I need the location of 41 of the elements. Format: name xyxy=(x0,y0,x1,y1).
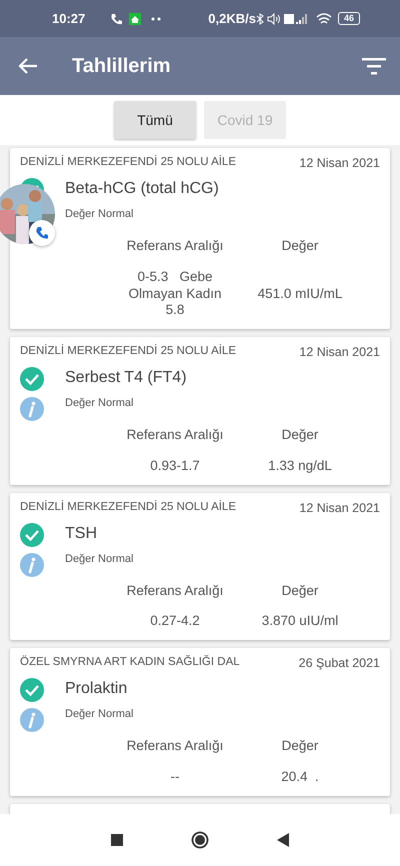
column-header: Değer xyxy=(280,238,320,255)
result-date: 26 Şubat 2021 xyxy=(298,655,380,672)
column-header: Değer xyxy=(280,738,320,755)
clock-time: 10:27 xyxy=(52,10,86,28)
result-status: Değer Normal xyxy=(65,396,134,411)
test-name: Prolaktin xyxy=(65,679,128,699)
result-value: 3.870 uIU/ml xyxy=(260,613,340,630)
result-status: Değer Normal xyxy=(65,206,134,222)
column-header: Değer xyxy=(280,427,320,444)
result-value: 1.33 ng/dL xyxy=(267,458,333,475)
lab-name: DENİZLİ MERKEZEFENDİ 25 NOLU AİLE xyxy=(20,499,236,515)
column-header: Değer xyxy=(280,582,320,600)
result-card[interactable]: DENİZLİ MERKEZEFENDİ 25 NOLU AİLE 12 Nisan 2021 Serbest T4 (FT4) Değer Normal Referans Aralığı Değer 0.93-1.7 1.33 ng/dL xyxy=(10,337,390,485)
column-header: Referans Aralığı xyxy=(126,238,224,255)
test-name: Serbest T4 (FT4) xyxy=(65,368,187,388)
result-status: Değer Normal xyxy=(65,707,134,722)
result-card[interactable]: DENİZLİ MERKEZEFENDİ 25 NOLU AİLE 12 Nisan 2021 Beta-hCG (total hCG) Değer Normal Referans Aralığı Değer 0-5.3 Gebe Olmayan Kadın 5.8 451.0 mIU/mL xyxy=(10,148,390,330)
result-date: 12 Nisan 2021 xyxy=(299,155,380,172)
lab-name: DENİZLİ MERKEZEFENDİ 25 NOLU AİLE xyxy=(20,154,236,170)
lab-name: DENİZLİ MERKEZEFENDİ 25 NOLU AİLE xyxy=(20,343,236,360)
column-header: Referans Aralığı xyxy=(126,427,224,444)
result-value: 451.0 mIU/mL xyxy=(256,286,344,302)
reference-range: 0.27-4.2 xyxy=(149,613,201,630)
reference-range: 0.93-1.7 xyxy=(149,458,201,475)
result-value: 20.4 . xyxy=(280,768,320,786)
result-date: 12 Nisan 2021 xyxy=(299,344,380,362)
reference-range: -- xyxy=(170,768,180,786)
result-date: 12 Nisan 2021 xyxy=(299,500,380,517)
test-name: Beta-hCG (total hCG) xyxy=(65,178,219,199)
column-header: Referans Aralığı xyxy=(126,738,224,755)
page-title: Tahlillerim xyxy=(72,54,171,79)
column-header: Referans Aralığı xyxy=(126,582,224,600)
network-speed: 0,2KB/s xyxy=(208,10,256,28)
test-name: TSH xyxy=(65,524,98,544)
result-status: Değer Normal xyxy=(65,552,134,566)
filter-tab[interactable]: Tümü xyxy=(114,101,196,139)
result-card[interactable]: ÖZEL SMYRNA ART KADIN SAĞLIĞI DAL 26 Şubat 2021 Prolaktin Değer Normal Referans Aralığı Değer -- 20.4 . xyxy=(10,648,390,796)
result-card[interactable]: DENİZLİ MERKEZEFENDİ 25 NOLU AİLE 12 Nisan 2021 TSH Değer Normal Referans Aralığı Değer 0.27-4.2 3.870 uIU/ml xyxy=(10,492,390,640)
battery-level: 46 xyxy=(338,12,360,25)
reference-range: 0-5.3 Gebe Olmayan Kadın 5.8 xyxy=(127,268,223,320)
lab-name: ÖZEL SMYRNA ART KADIN SAĞLIĞI DAL xyxy=(20,654,240,670)
